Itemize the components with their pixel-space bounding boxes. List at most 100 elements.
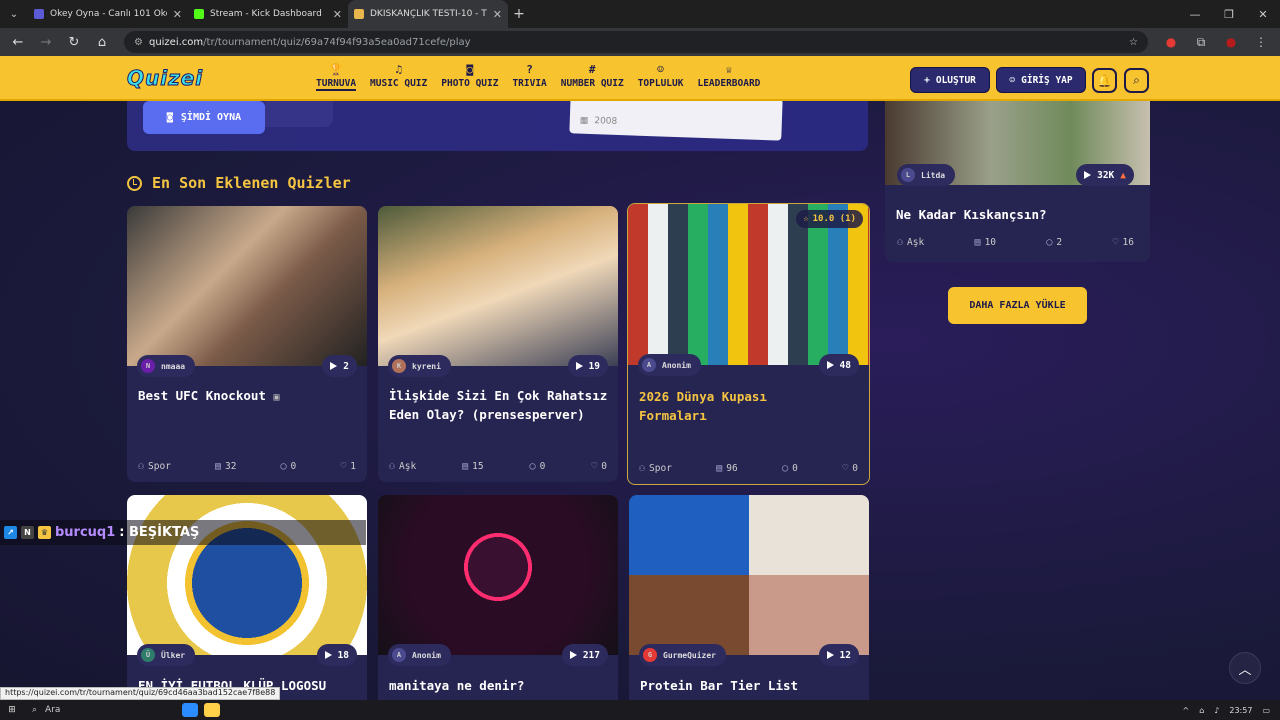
play-count: 217 — [561, 644, 608, 666]
close-tab-icon[interactable]: ✕ — [173, 8, 182, 21]
stream-chat-overlay: ↗ N ♛ burcuq1 : BEŞİKTAŞ — [0, 520, 366, 545]
minimize-icon[interactable]: — — [1178, 8, 1212, 21]
comment-count[interactable]: ◯ 2 — [1046, 237, 1062, 248]
author-chip[interactable]: N nmaaa — [137, 355, 196, 377]
nav-item-photo-quiz[interactable]: ◙ PHOTO QUIZ — [441, 62, 498, 91]
load-more-button[interactable]: DAHA FAZLA YÜKLE — [948, 287, 1087, 324]
profile-avatar-icon[interactable]: ● — [1218, 35, 1244, 49]
comment-count[interactable]: ◯ 0 — [782, 463, 798, 474]
restore-icon[interactable]: ❐ — [1212, 8, 1246, 21]
quiz-title[interactable]: İlişkide Sizi En Çok Rahatsız Eden Olay?… — [389, 386, 609, 424]
quiz-thumbnail: K kyreni 19 — [378, 206, 618, 377]
windows-start-icon[interactable]: ⊞ — [0, 705, 24, 715]
like-count[interactable]: ♡ 16 — [1112, 237, 1133, 248]
play-icon — [826, 361, 834, 369]
hash-icon: # — [588, 63, 596, 76]
like-count[interactable]: ♡ 0 — [591, 461, 607, 472]
chevron-up-icon[interactable]: ^ — [1182, 706, 1189, 715]
play-now-button[interactable]: ◙ ŞİMDİ OYNA — [143, 101, 265, 134]
comment-count[interactable]: ◯ 0 — [280, 461, 296, 472]
close-tab-icon[interactable]: ✕ — [333, 8, 342, 21]
url-host: quizei.com — [148, 36, 204, 48]
tab-search-icon[interactable]: ⌄ — [0, 0, 28, 28]
hero-decoration — [265, 101, 333, 127]
like-count[interactable]: ♡ 1 — [340, 461, 356, 472]
notification-icon[interactable]: ▭ — [1262, 706, 1270, 715]
author-chip[interactable]: G GurmeQuizer — [639, 644, 726, 666]
forward-icon[interactable]: → — [34, 35, 58, 50]
create-button[interactable]: + OLUŞTUR — [910, 67, 990, 93]
browser-menu-icon[interactable]: ⋮ — [1248, 35, 1274, 49]
quiz-card[interactable]: A Anonim 217 manitaya ne denir? — [378, 495, 618, 700]
author-chip[interactable]: A Anonim — [638, 354, 701, 376]
taskbar-search[interactable]: ⌕ Ara — [24, 701, 174, 719]
reload-icon[interactable]: ↻ — [62, 35, 86, 50]
quiz-card[interactable]: G GurmeQuizer 12 Protein Bar Tier List — [629, 495, 869, 700]
category-icon: ⚇ — [389, 461, 396, 472]
play-count: 18 — [316, 644, 357, 666]
quiz-thumbnail: A Anonim 217 — [378, 495, 618, 666]
quiz-title[interactable]: Protein Bar Tier List — [640, 676, 860, 695]
nav-item-topluluk[interactable]: ☺ TOPLULUK — [638, 62, 684, 91]
back-icon[interactable]: ← — [6, 35, 30, 50]
bookmark-star-icon[interactable]: ☆ — [1129, 37, 1138, 48]
badge-icon: N — [21, 526, 34, 539]
quiz-card[interactable]: K kyreni 19 İlişkide Sizi En Çok Rahatsı… — [378, 206, 618, 482]
browser-tab-active[interactable]: DKISKANÇLIK TESTİ-10 - Tier Li ✕ — [348, 0, 508, 28]
notifications-bell-icon[interactable]: 🔔 — [1092, 68, 1117, 93]
category-text: Spor — [649, 463, 672, 474]
category-icon: ⚇ — [138, 461, 145, 472]
nav-item-trivia[interactable]: ? TRIVIA — [512, 62, 546, 91]
tab-favicon-icon — [354, 9, 364, 19]
quiz-thumbnail: ☆ 10.0 (1) A Anonim 48 — [628, 204, 869, 376]
extension-icon[interactable]: ● — [1158, 35, 1184, 49]
quiz-title[interactable]: manitaya ne denir? — [389, 676, 609, 695]
system-tray: ^ ⌂ ♪ 23:57 ▭ — [1182, 706, 1280, 715]
nav-label: TOPLULUK — [637, 78, 684, 89]
clock-time[interactable]: 23:57 — [1229, 706, 1252, 715]
author-chip[interactable]: A Anonim — [388, 644, 451, 666]
quiz-title[interactable]: 2026 Dünya Kupası Formaları — [639, 387, 809, 425]
nav-item-music-quiz[interactable]: ♫ MUSIC QUIZ — [370, 62, 427, 91]
network-icon[interactable]: ⌂ — [1199, 706, 1204, 715]
nav-item-turnuva[interactable]: 🏆 TURNUVA — [316, 62, 357, 91]
author-chip[interactable]: Ü Ülker — [137, 644, 196, 666]
layers-icon: ▤ — [462, 461, 469, 472]
comment-count-value: 0 — [539, 461, 546, 472]
close-window-icon[interactable]: ✕ — [1246, 8, 1280, 21]
new-tab-button[interactable]: + — [508, 6, 530, 22]
comment-count[interactable]: ◯ 0 — [530, 461, 546, 472]
comment-icon: ◯ — [782, 463, 789, 474]
site-logo[interactable]: Quizei — [126, 66, 203, 91]
search-icon[interactable]: ⌕ — [1124, 68, 1149, 93]
nav-item-number-quiz[interactable]: # NUMBER QUIZ — [561, 62, 624, 91]
author-name: GurmeQuizer — [663, 650, 716, 660]
site-info-icon[interactable]: ⚙ — [134, 37, 143, 48]
browser-tab[interactable]: Okey Oyna - Canlı 101 Okey ve ✕ — [28, 0, 188, 28]
nav-item-leaderboard[interactable]: ♕ LEADERBOARD — [697, 62, 760, 91]
quiz-title[interactable]: Ne Kadar Kıskançsın? — [896, 205, 1116, 224]
browser-tab[interactable]: Stream - Kick Dashboard ✕ — [188, 0, 348, 28]
chrome-taskbar-icon[interactable] — [204, 703, 220, 717]
extensions-puzzle-icon[interactable]: ⧉ — [1188, 35, 1214, 50]
category: ⚇ Aşk — [389, 461, 416, 472]
home-icon[interactable]: ⌂ — [90, 35, 114, 50]
scroll-to-top-button[interactable]: ︿ — [1229, 652, 1261, 684]
layers-icon: ▤ — [716, 463, 723, 474]
taskbar-app-icon[interactable] — [182, 703, 198, 717]
side-quiz-card[interactable]: L Litda 32K ▲ Ne Kadar Kıskançsın? ⚇ Aşk ▤… — [885, 101, 1150, 262]
quiz-card-hovered[interactable]: ☆ 10.0 (1) A Anonim 48 2026 Dünya Kupası … — [627, 203, 870, 485]
close-tab-icon[interactable]: ✕ — [493, 8, 502, 21]
question-count-value: 32 — [224, 461, 237, 472]
quiz-thumbnail: G GurmeQuizer 12 — [629, 495, 869, 666]
volume-icon[interactable]: ♪ — [1214, 706, 1219, 715]
author-chip[interactable]: L Litda — [897, 164, 956, 186]
login-button[interactable]: ☺ GİRİŞ YAP — [996, 67, 1086, 93]
comment-count-value: 0 — [792, 463, 798, 474]
quiz-title[interactable]: Best UFC Knockout ▣ — [138, 386, 358, 407]
author-chip[interactable]: K kyreni — [388, 355, 451, 377]
question-count: ▤ 32 — [215, 461, 236, 472]
address-bar[interactable]: ⚙ quizei.com/tr/tournament/quiz/69a74f94… — [124, 31, 1148, 53]
like-count[interactable]: ♡ 0 — [842, 463, 858, 474]
quiz-card[interactable]: N nmaaa 2 Best UFC Knockout ▣ ⚇ Spor ▤ 32 … — [127, 206, 367, 482]
